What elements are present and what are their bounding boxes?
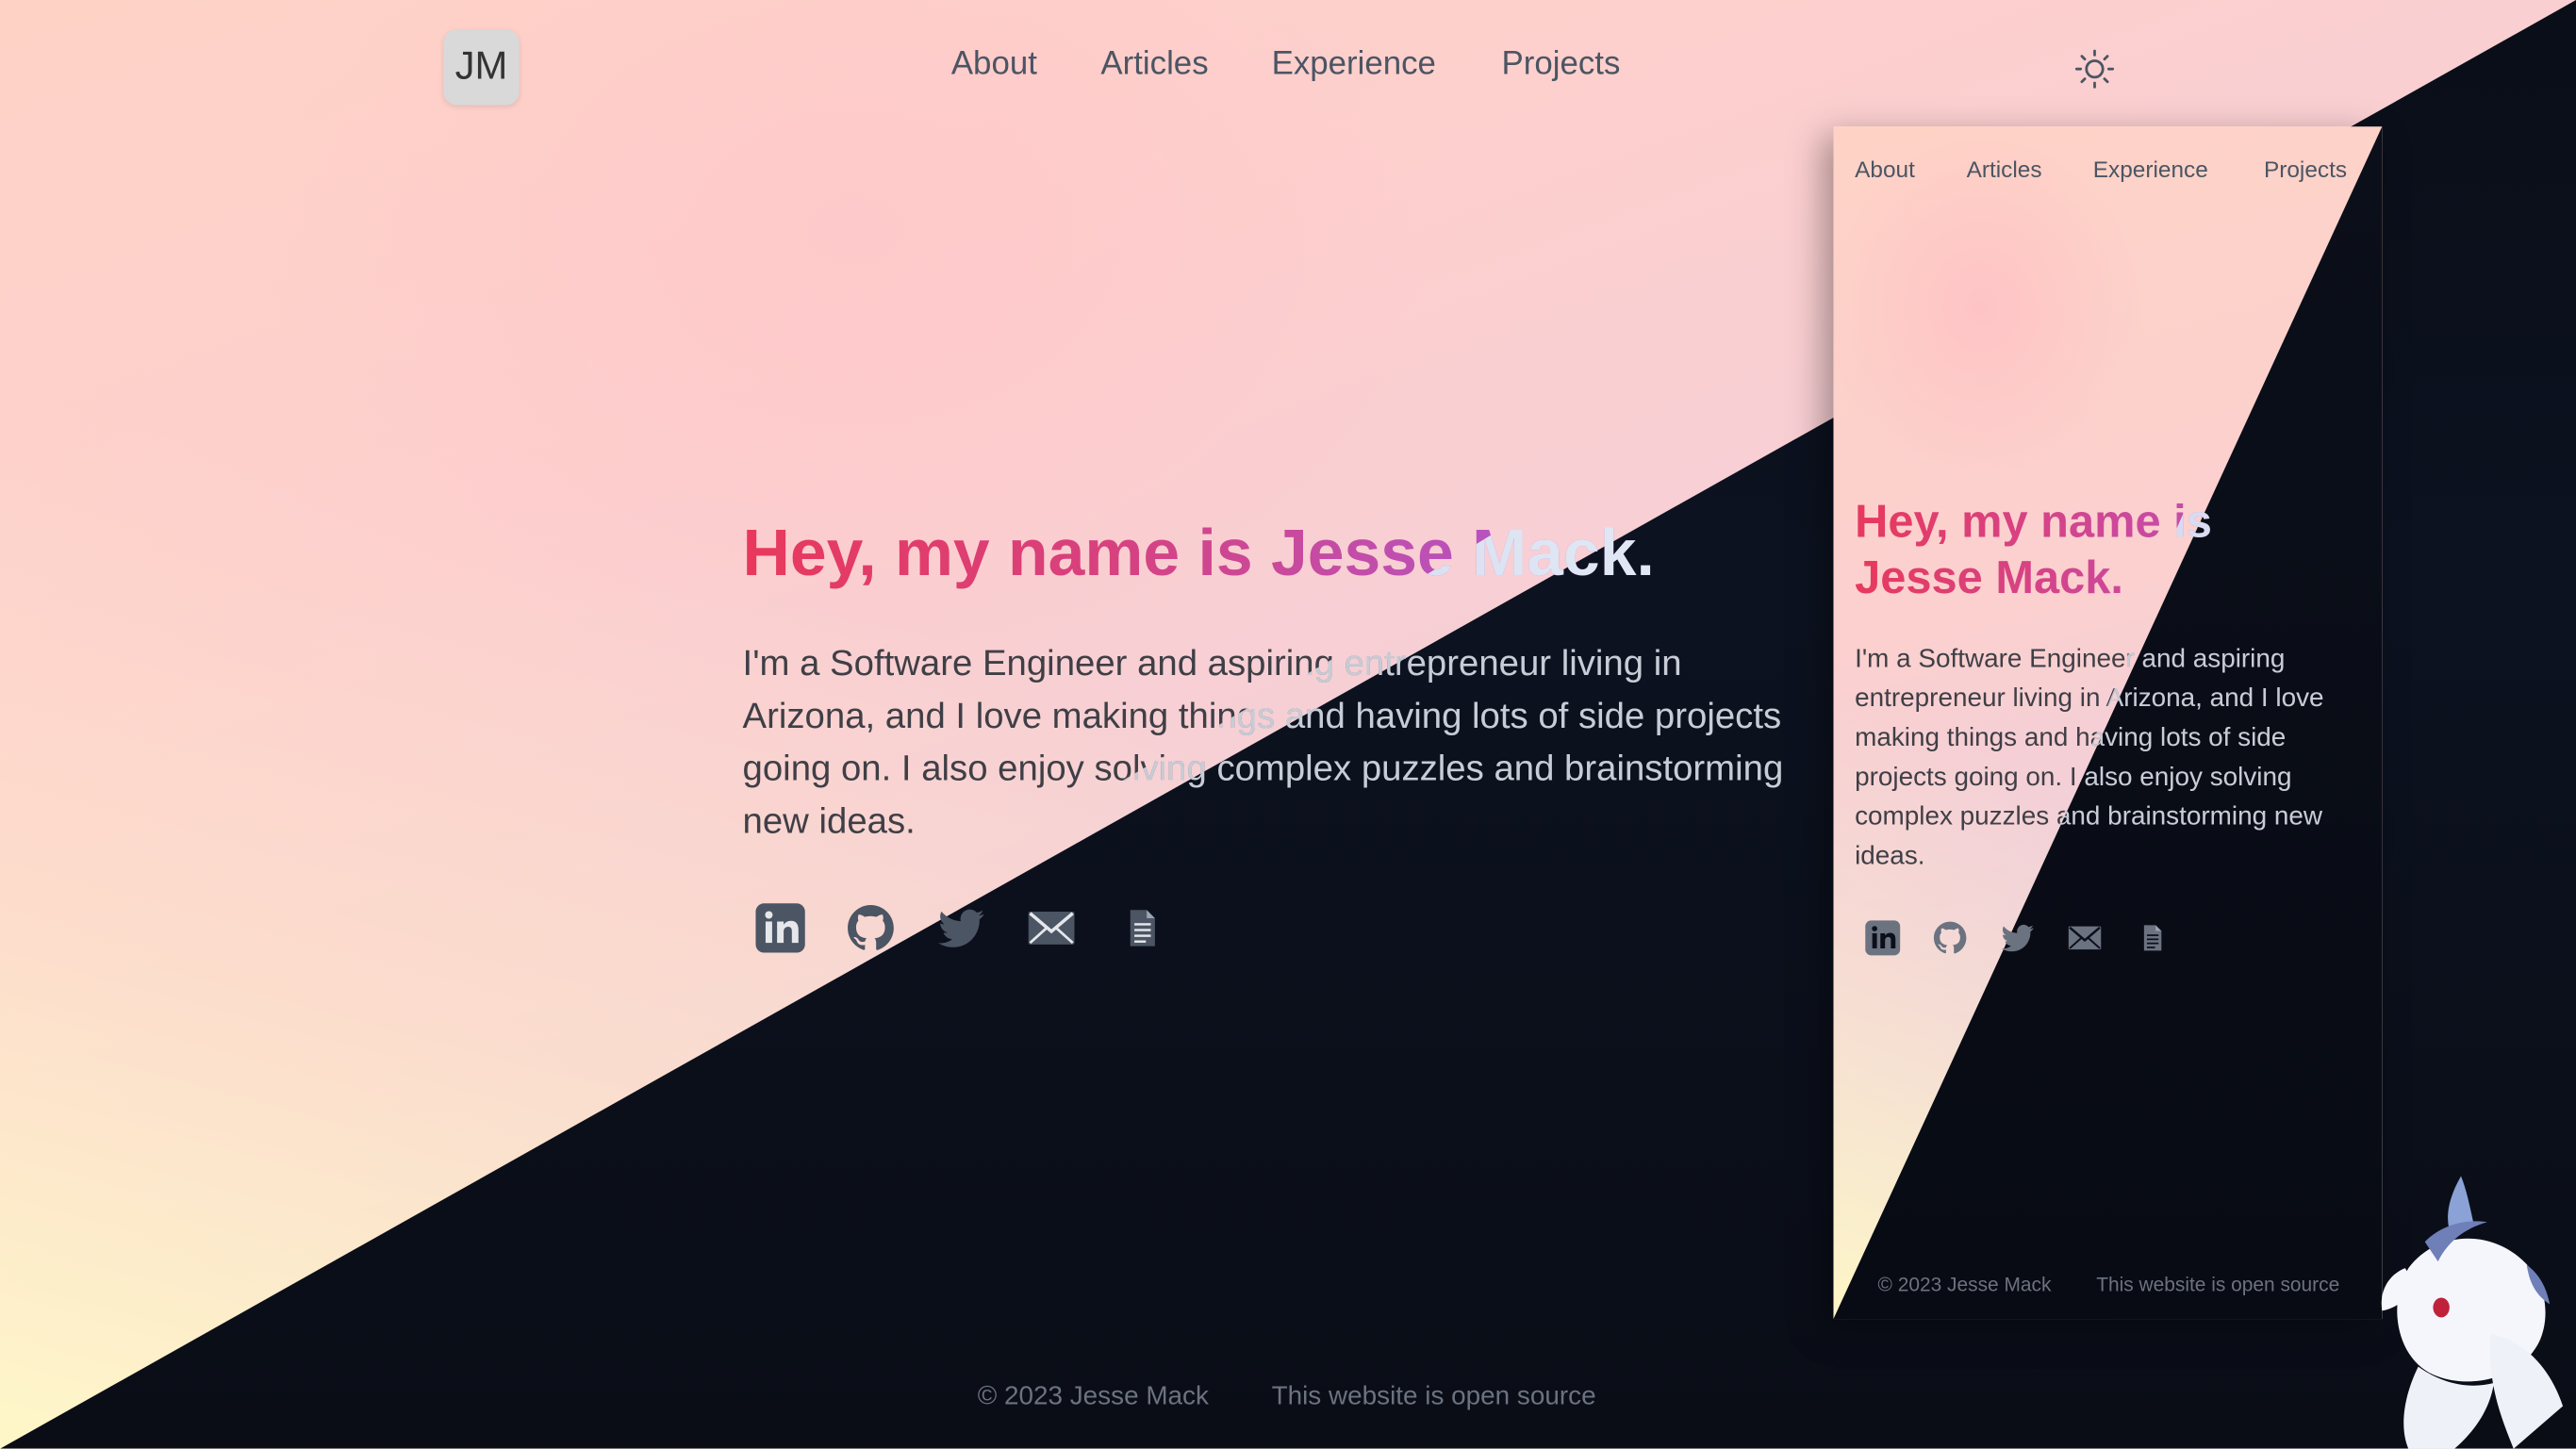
linkedin-icon[interactable] [752, 900, 808, 956]
github-icon[interactable] [843, 900, 899, 956]
mobile-intro-block: I'm a Software Engineer and aspiring ent… [1855, 641, 2364, 887]
twitter-icon[interactable] [933, 900, 989, 956]
mobile-title-line: Hey, my name is [1855, 496, 2212, 548]
mobile-nav-link-articles[interactable]: Articles [1967, 156, 2042, 183]
mobile-preview: About Articles Experience Projects Hey, … [1833, 126, 2383, 1320]
mobile-intro-line: ideas. [1855, 842, 1925, 871]
mobile-hero-title-block: Hey, my name is Jesse Mack. Hey, my name… [1855, 494, 2348, 609]
logo-badge[interactable]: JM [443, 29, 520, 106]
twitter-icon[interactable] [1998, 918, 2038, 958]
nav-link-about[interactable]: About [951, 46, 1037, 84]
linkedin-icon[interactable] [1863, 918, 1903, 958]
mascot-illustration [2375, 1170, 2576, 1449]
github-icon[interactable] [1930, 918, 1970, 958]
nav-link-articles[interactable]: Articles [1100, 46, 1208, 84]
email-icon[interactable] [1023, 900, 1079, 956]
mobile-footer-open-source-link[interactable]: This website is open source [2096, 1273, 2339, 1295]
mobile-nav-link-about[interactable]: About [1855, 156, 1915, 183]
mobile-title-line: Jesse Mack. [1855, 552, 2123, 603]
footer-copyright: © 2023 Jesse Mack [977, 1383, 1209, 1411]
nav-link-projects[interactable]: Projects [1502, 46, 1621, 84]
resume-icon[interactable] [2133, 918, 2172, 958]
mobile-footer-copyright: © 2023 Jesse Mack [1877, 1273, 2052, 1296]
resume-icon[interactable] [1114, 900, 1169, 956]
footer-open-source-link[interactable]: This website is open source [1272, 1383, 1596, 1412]
nav-link-experience[interactable]: Experience [1272, 46, 1436, 84]
mobile-nav-link-experience[interactable]: Experience [2093, 156, 2208, 183]
sun-icon[interactable] [2073, 48, 2116, 91]
hero-intro-block: I'm a Software Engineer and aspiring ent… [743, 637, 1843, 851]
hero-intro-line: new ideas. [742, 799, 916, 842]
hero-title-block: Hey, my name is Jesse Mack. Hey, my name… [743, 513, 1794, 599]
email-icon[interactable] [2065, 918, 2105, 958]
mobile-nav-link-projects[interactable]: Projects [2264, 156, 2347, 183]
